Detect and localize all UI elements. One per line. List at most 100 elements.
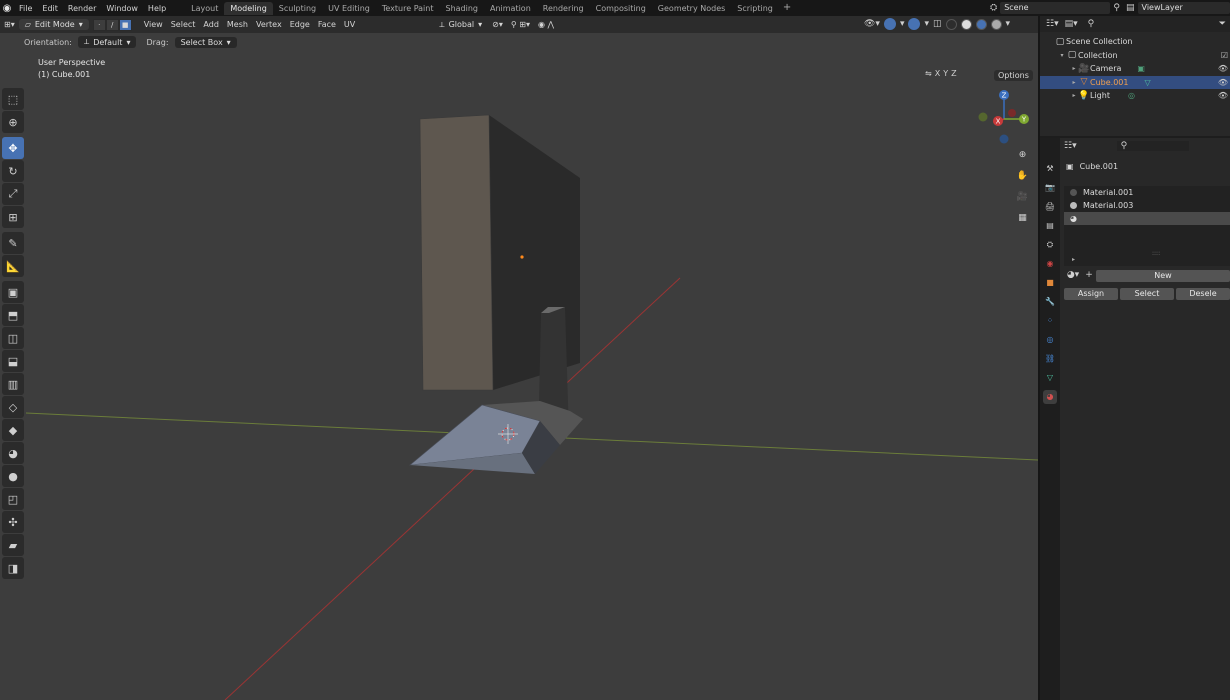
tab-layout[interactable]: Layout xyxy=(185,2,224,15)
material-slot-active[interactable]: ◕ xyxy=(1064,212,1230,225)
tab-geometry-nodes[interactable]: Geometry Nodes xyxy=(652,2,731,15)
poly-build-tool-icon[interactable]: ◆ xyxy=(2,419,24,441)
knife-tool-icon[interactable]: ◇ xyxy=(2,396,24,418)
menu-vertex[interactable]: Vertex xyxy=(252,19,286,30)
edge-select-icon[interactable]: / xyxy=(105,18,119,31)
overlay-toggle-icon[interactable] xyxy=(908,18,921,30)
gizmo-neg-y[interactable] xyxy=(978,112,988,122)
add-workspace-icon[interactable]: + xyxy=(779,2,795,15)
gizmo-toggle-icon[interactable] xyxy=(883,18,896,30)
mirror-icon[interactable]: ⇋ xyxy=(925,69,932,78)
constraints-tab-icon[interactable]: ⛓ xyxy=(1043,352,1057,366)
bevel-tool-icon[interactable]: ⬓ xyxy=(2,350,24,372)
resize-handle-icon[interactable]: :::: xyxy=(1152,250,1160,257)
view-layer-tab-icon[interactable]: ▤ xyxy=(1043,219,1057,233)
viewport-scene[interactable] xyxy=(0,33,1038,700)
data-tab-icon[interactable]: ▽ xyxy=(1043,371,1057,385)
inset-tool-icon[interactable]: ◫ xyxy=(2,327,24,349)
move-tool-icon[interactable]: ✥ xyxy=(2,137,24,159)
expand-triangle-icon[interactable]: ▸ xyxy=(1072,256,1075,263)
rip-tool-icon[interactable]: ◨ xyxy=(2,557,24,579)
eye-icon[interactable]: 👁 xyxy=(1218,78,1228,87)
navigation-gizmo[interactable]: Z Y X xyxy=(975,85,1035,155)
world-tab-icon[interactable]: ◉ xyxy=(1043,257,1057,271)
tab-modeling[interactable]: Modeling xyxy=(224,1,273,15)
filter-icon[interactable]: ⏷ xyxy=(1219,19,1230,29)
expand-triangle-icon[interactable]: ▸ xyxy=(1070,92,1078,99)
plus-icon[interactable]: + xyxy=(1084,270,1094,282)
collection-row[interactable]: ▾ ▢ Collection ☑ xyxy=(1040,49,1230,63)
material-slot-list[interactable]: Material.001 Material.003 ◕ :::: ▸ xyxy=(1064,186,1230,266)
zoom-icon[interactable]: ⊕ xyxy=(1014,147,1031,164)
menu-window[interactable]: Window xyxy=(101,4,143,13)
loop-cut-tool-icon[interactable]: ▥ xyxy=(2,373,24,395)
menu-uv[interactable]: UV xyxy=(340,19,359,30)
chevron-down-icon[interactable]: ▾ xyxy=(924,19,929,29)
scale-tool-icon[interactable]: ⤢ xyxy=(2,183,24,205)
scene-selector[interactable]: ⛭ Scene ⚲ xyxy=(990,1,1120,14)
particles-tab-icon[interactable]: ⁘ xyxy=(1043,314,1057,328)
pan-hand-icon[interactable]: ✋ xyxy=(1014,168,1031,185)
edge-slide-tool-icon[interactable]: ◰ xyxy=(2,488,24,510)
expand-triangle-icon[interactable]: ▾ xyxy=(1058,52,1066,59)
menu-file[interactable]: File xyxy=(14,4,37,13)
cursor-tool-icon[interactable]: ⊕ xyxy=(2,111,24,133)
menu-add[interactable]: Add xyxy=(199,19,223,30)
view-layer-selector[interactable]: ▤ ViewLayer xyxy=(1126,1,1230,14)
outliner-item-light[interactable]: ▸ 💡 Light ◎ 👁 xyxy=(1040,89,1230,103)
tab-rendering[interactable]: Rendering xyxy=(537,2,590,15)
pivot-icon[interactable]: ⊘▾ xyxy=(488,19,507,30)
shrink-fatten-tool-icon[interactable]: ✣ xyxy=(2,511,24,533)
select-box-tool-icon[interactable]: ⬚ xyxy=(2,88,24,110)
menu-render[interactable]: Render xyxy=(63,4,101,13)
menu-edge[interactable]: Edge xyxy=(286,19,314,30)
rotate-tool-icon[interactable]: ↻ xyxy=(2,160,24,182)
tab-compositing[interactable]: Compositing xyxy=(590,2,652,15)
assign-button[interactable]: Assign xyxy=(1064,288,1118,300)
chevron-down-icon[interactable]: ▾ xyxy=(900,19,905,29)
output-tab-icon[interactable]: 🖨 xyxy=(1043,200,1057,214)
outliner-editor-icon[interactable]: ☷▾ xyxy=(1046,19,1059,29)
expand-triangle-icon[interactable]: ▸ xyxy=(1070,65,1078,72)
vertex-select-icon[interactable]: · xyxy=(92,18,106,31)
view-layer-field[interactable]: ViewLayer xyxy=(1137,1,1230,14)
menu-view[interactable]: View xyxy=(140,19,167,30)
annotate-tool-icon[interactable]: ✎ xyxy=(2,232,24,254)
camera-view-icon[interactable]: 🎥 xyxy=(1014,189,1031,206)
material-shading-icon[interactable] xyxy=(975,18,987,30)
collection-checkbox-icon[interactable]: ☑ xyxy=(1221,51,1228,60)
light-data-icon[interactable]: ◎ xyxy=(1128,91,1135,100)
menu-face[interactable]: Face xyxy=(314,19,340,30)
gizmo-neg-z[interactable] xyxy=(999,134,1009,144)
menu-select[interactable]: Select xyxy=(167,19,200,30)
editor-type-icon[interactable]: ⊞▾ xyxy=(0,19,19,30)
render-tab-icon[interactable]: 📷 xyxy=(1043,181,1057,195)
tab-sculpting[interactable]: Sculpting xyxy=(273,2,322,15)
chevron-down-icon[interactable]: ▾ xyxy=(1006,19,1011,29)
display-mode-icon[interactable]: ▤▾ xyxy=(1065,19,1078,29)
eye-icon[interactable]: 👁 xyxy=(1218,64,1228,73)
outliner-search-input[interactable]: ⚲ xyxy=(1083,19,1168,29)
tab-animation[interactable]: Animation xyxy=(484,2,537,15)
gizmo-neg-x[interactable] xyxy=(1008,109,1016,117)
outliner-item-camera[interactable]: ▸ 🎥 Camera ▣ 👁 xyxy=(1040,62,1230,76)
scene-collection-row[interactable]: ▢ Scene Collection xyxy=(1040,35,1230,49)
mirror-z-toggle[interactable]: Z xyxy=(951,69,956,78)
face-select-icon[interactable]: ■ xyxy=(118,18,132,31)
xray-icon[interactable]: ◫ xyxy=(933,19,942,29)
menu-edit[interactable]: Edit xyxy=(37,4,63,13)
scene-field[interactable]: Scene xyxy=(1000,1,1111,14)
ortho-grid-icon[interactable]: ▦ xyxy=(1014,210,1031,227)
properties-search-input[interactable]: ⚲ xyxy=(1116,141,1189,151)
properties-editor-icon[interactable]: ☷▾ xyxy=(1064,141,1077,151)
object-tab-icon[interactable]: ■ xyxy=(1043,276,1057,290)
measure-tool-icon[interactable]: 📐 xyxy=(2,255,24,277)
proportional-edit-icon[interactable]: ◉ ⋀ xyxy=(534,19,558,30)
eye-icon[interactable]: 👁 xyxy=(1218,91,1228,100)
mirror-x-toggle[interactable]: X xyxy=(935,69,940,78)
wireframe-shading-icon[interactable] xyxy=(945,18,957,30)
transform-tool-icon[interactable]: ⊞ xyxy=(2,206,24,228)
orientation-dropdown[interactable]: ⟂ Default ▾ xyxy=(77,36,137,48)
tab-shading[interactable]: Shading xyxy=(439,2,484,15)
new-material-button[interactable]: New xyxy=(1096,270,1230,282)
